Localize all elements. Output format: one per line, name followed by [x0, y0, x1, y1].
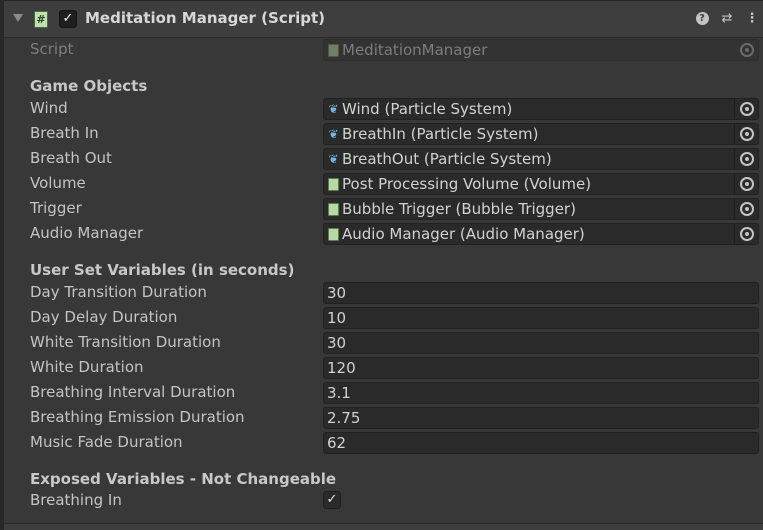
- field-row-breathing-interval: Breathing Interval Duration 3.1: [30, 382, 759, 404]
- field-row-breath-out: Breath Out ❦ BreathOut (Particle System): [30, 148, 759, 170]
- breathing-emission-duration-input[interactable]: 2.75: [323, 407, 759, 429]
- foldout-arrow-icon[interactable]: [13, 14, 23, 22]
- field-label: Breathing Interval Duration: [30, 383, 236, 401]
- field-label: White Duration: [30, 358, 144, 376]
- field-label: Breathing Emission Duration: [30, 408, 245, 426]
- object-picker-icon[interactable]: [740, 227, 754, 241]
- script-value: MeditationManager: [342, 41, 488, 59]
- breathing-interval-duration-input[interactable]: 3.1: [323, 382, 759, 404]
- field-row-volume: Volume Post Processing Volume (Volume): [30, 173, 759, 195]
- field-row-breathing-emission: Breathing Emission Duration 2.75: [30, 407, 759, 429]
- field-row-day-delay: Day Delay Duration 10: [30, 307, 759, 329]
- field-label: Music Fade Duration: [30, 433, 183, 451]
- breathing-in-checkbox[interactable]: ✓: [323, 491, 341, 509]
- particle-system-icon: ❦: [328, 152, 339, 166]
- component-header[interactable]: # ✓ Meditation Manager (Script) ? ⇄ ⋮: [4, 0, 763, 38]
- divider: [734, 199, 735, 219]
- script-row: Script MeditationManager: [30, 39, 759, 61]
- field-value: Audio Manager (Audio Manager): [342, 225, 585, 243]
- field-row-breathing-in: Breathing In ✓: [30, 490, 759, 512]
- divider: [734, 124, 735, 144]
- field-value: BreathIn (Particle System): [342, 125, 539, 143]
- white-transition-duration-input[interactable]: 30: [323, 332, 759, 354]
- field-label: Breathing In: [30, 491, 122, 509]
- object-picker-icon: [740, 43, 754, 57]
- field-label: Day Transition Duration: [30, 283, 207, 301]
- field-row-day-transition: Day Transition Duration 30: [30, 282, 759, 304]
- breath-in-object-field[interactable]: ❦ BreathIn (Particle System): [323, 123, 759, 145]
- script-icon: [328, 203, 339, 216]
- section-game-objects: Game Objects: [30, 77, 148, 95]
- field-row-trigger: Trigger Bubble Trigger (Bubble Trigger): [30, 198, 759, 220]
- help-icon[interactable]: ?: [694, 11, 710, 27]
- trigger-object-field[interactable]: Bubble Trigger (Bubble Trigger): [323, 198, 759, 220]
- field-label: Trigger: [30, 199, 82, 217]
- day-delay-duration-input[interactable]: 10: [323, 307, 759, 329]
- script-icon: [328, 228, 339, 241]
- context-menu-icon[interactable]: ⋮: [744, 11, 760, 27]
- day-transition-duration-input[interactable]: 30: [323, 282, 759, 304]
- section-exposed-variables: Exposed Variables - Not Changeable: [30, 470, 337, 488]
- presets-icon[interactable]: ⇄: [719, 11, 735, 27]
- script-label: Script: [30, 40, 74, 58]
- field-row-white-transition: White Transition Duration 30: [30, 332, 759, 354]
- component-title: Meditation Manager (Script): [85, 9, 326, 27]
- field-row-breath-in: Breath In ❦ BreathIn (Particle System): [30, 123, 759, 145]
- particle-system-icon: ❦: [328, 102, 339, 116]
- audio-manager-object-field[interactable]: Audio Manager (Audio Manager): [323, 223, 759, 245]
- object-picker-icon[interactable]: [740, 127, 754, 141]
- left-gutter: [0, 0, 4, 530]
- section-user-set-variables: User Set Variables (in seconds): [30, 261, 295, 279]
- script-icon: [328, 178, 339, 191]
- field-value: Wind (Particle System): [342, 100, 513, 118]
- object-picker-icon[interactable]: [740, 102, 754, 116]
- field-label: Breath Out: [30, 149, 112, 167]
- object-picker-icon[interactable]: [740, 202, 754, 216]
- field-row-white-duration: White Duration 120: [30, 357, 759, 379]
- field-value: Bubble Trigger (Bubble Trigger): [342, 200, 576, 218]
- component-enable-checkbox[interactable]: ✓: [59, 10, 77, 28]
- breath-out-object-field[interactable]: ❦ BreathOut (Particle System): [323, 148, 759, 170]
- divider: [734, 149, 735, 169]
- next-component-header: [4, 524, 763, 530]
- field-label: Day Delay Duration: [30, 308, 178, 326]
- object-picker-icon[interactable]: [740, 152, 754, 166]
- field-label: White Transition Duration: [30, 333, 221, 351]
- script-field: MeditationManager: [323, 39, 759, 61]
- divider: [734, 174, 735, 194]
- white-duration-input[interactable]: 120: [323, 357, 759, 379]
- divider: [734, 99, 735, 119]
- music-fade-duration-input[interactable]: 62: [323, 432, 759, 454]
- object-picker-icon[interactable]: [740, 177, 754, 191]
- field-label: Wind: [30, 99, 68, 117]
- field-value: Post Processing Volume (Volume): [342, 175, 592, 193]
- field-row-music-fade: Music Fade Duration 62: [30, 432, 759, 454]
- divider: [734, 224, 735, 244]
- field-value: BreathOut (Particle System): [342, 150, 552, 168]
- field-label: Volume: [30, 174, 86, 192]
- particle-system-icon: ❦: [328, 127, 339, 141]
- field-label: Audio Manager: [30, 224, 144, 242]
- help-icon-glyph: ?: [695, 12, 709, 25]
- volume-object-field[interactable]: Post Processing Volume (Volume): [323, 173, 759, 195]
- script-icon: #: [34, 11, 48, 28]
- field-row-audio-manager: Audio Manager Audio Manager (Audio Manag…: [30, 223, 759, 245]
- wind-object-field[interactable]: ❦ Wind (Particle System): [323, 98, 759, 120]
- field-row-wind: Wind ❦ Wind (Particle System): [30, 98, 759, 120]
- script-icon: [328, 44, 339, 57]
- field-label: Breath In: [30, 124, 99, 142]
